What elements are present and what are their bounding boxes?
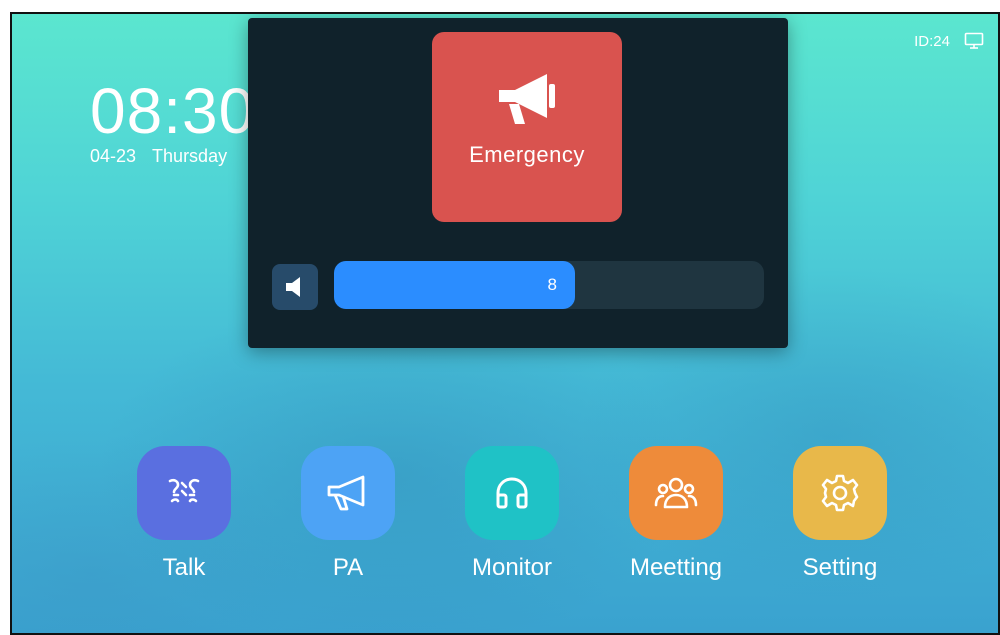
- emergency-label: Emergency: [469, 142, 585, 167]
- dock-item-setting[interactable]: Setting: [792, 446, 888, 582]
- dock-item-monitor[interactable]: Monitor: [464, 446, 560, 582]
- emergency-button[interactable]: Emergency: [432, 32, 622, 222]
- megaphone-icon: [499, 74, 555, 124]
- clock-date-row: 04-23 Thursday: [90, 146, 255, 167]
- dock-label-setting: Setting: [802, 554, 878, 581]
- status-bar: ID:24: [914, 32, 984, 50]
- dock-tile-monitor[interactable]: [465, 446, 559, 540]
- speaker-icon: [286, 277, 300, 297]
- clock-widget: 08:30 04-23 Thursday: [90, 78, 255, 167]
- dock-tile-pa[interactable]: [301, 446, 395, 540]
- home-screen: ID:24 08:30 04-23 Thursday Emergency 8 T…: [10, 12, 1000, 635]
- gear-icon: [821, 474, 859, 512]
- device-id: ID:24: [914, 32, 950, 50]
- dock-label-monitor: Monitor: [471, 554, 553, 581]
- volume-fill: 8: [334, 261, 575, 309]
- group-icon: [654, 477, 698, 509]
- dock-item-pa[interactable]: PA: [300, 446, 396, 582]
- dock-item-meetting[interactable]: Meetting: [628, 446, 724, 582]
- emergency-panel: Emergency 8: [248, 18, 788, 348]
- dock-tile-talk[interactable]: [137, 446, 231, 540]
- clock-date: 04-23: [90, 146, 137, 166]
- mute-button[interactable]: [272, 264, 318, 310]
- dock-tile-meetting[interactable]: [629, 446, 723, 540]
- dock-label-talk: Talk: [162, 554, 206, 581]
- dock-tile-setting[interactable]: [793, 446, 887, 540]
- headphones-icon: [496, 477, 528, 509]
- dock-label-pa: PA: [332, 554, 364, 581]
- volume-value: 8: [547, 275, 557, 294]
- monitor-icon: [964, 32, 984, 49]
- volume-slider[interactable]: 8: [334, 261, 764, 309]
- clock-time: 08:30: [90, 75, 256, 147]
- clock-weekday: Thursday: [152, 146, 228, 166]
- talk-icon: [168, 478, 200, 503]
- dock-item-talk[interactable]: Talk: [136, 446, 232, 582]
- megaphone-icon: [327, 475, 365, 511]
- dock-label-meetting: Meetting: [629, 554, 723, 581]
- app-dock: Talk PA Monitor Meetting Setting: [136, 446, 888, 596]
